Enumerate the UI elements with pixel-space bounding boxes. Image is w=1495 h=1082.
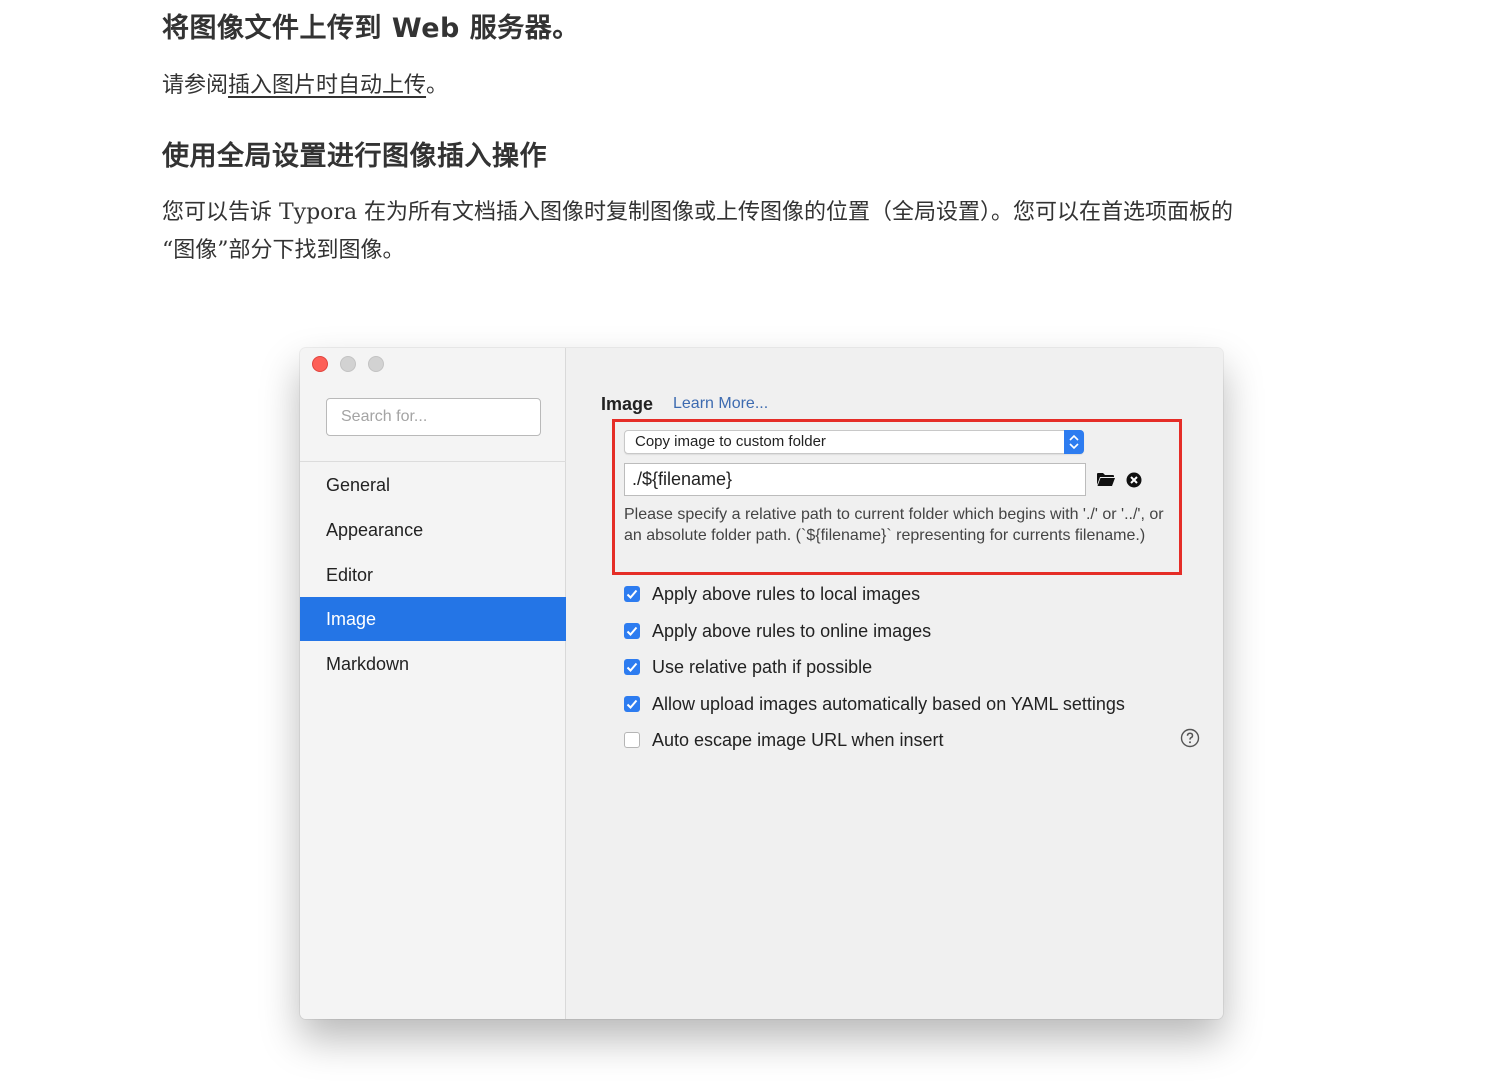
folder-path-input[interactable] [624,463,1086,496]
option-relative-path[interactable]: Use relative path if possible [624,656,872,678]
close-window-button[interactable] [312,356,328,372]
clear-icon[interactable] [1126,472,1142,488]
checkbox-checked-icon[interactable] [624,659,640,675]
learn-more-link[interactable]: Learn More... [673,395,768,413]
checkbox-unchecked-icon[interactable] [624,732,640,748]
checkbox-checked-icon[interactable] [624,623,640,639]
insert-action-value: Copy image to custom folder [635,433,826,450]
paragraph-see-also: 请参阅插入图片时自动上传。 [162,67,448,105]
preferences-window: General Appearance Editor Image Markdown… [300,348,1223,1019]
section-heading-global-settings: 使用全局设置进行图像插入操作 [162,141,547,172]
paragraph-suffix: 。 [426,73,449,98]
preferences-sidebar: General Appearance Editor Image Markdown [300,348,566,1019]
zoom-window-button[interactable] [368,356,384,372]
sidebar-item-image[interactable]: Image [300,597,566,641]
paragraph-line-1: 您可以告诉 Typora 在为所有文档插入图像时复制图像或上传图像的位置（全局设… [162,200,1234,225]
option-local-images[interactable]: Apply above rules to local images [624,583,920,605]
folder-icon[interactable] [1097,472,1115,487]
option-label: Allow upload images automatically based … [652,693,1125,714]
paragraph-global-settings: 您可以告诉 Typora 在为所有文档插入图像时复制图像或上传图像的位置（全局设… [162,194,1233,270]
path-help-text: Please specify a relative path to curren… [624,506,1164,544]
image-section-title: Image [601,394,654,414]
section-heading-upload: 将图像文件上传到 Web 服务器。 [162,13,580,44]
sidebar-item-markdown[interactable]: Markdown [300,642,566,686]
insert-action-select[interactable]: Copy image to custom folder [624,430,1084,454]
auto-upload-link[interactable]: 插入图片时自动上传 [228,73,426,98]
sidebar-item-appearance[interactable]: Appearance [300,508,566,552]
checkbox-checked-icon[interactable] [624,586,640,602]
option-online-images[interactable]: Apply above rules to online images [624,620,931,642]
option-label: Use relative path if possible [652,656,873,677]
sidebar-item-editor[interactable]: Editor [300,553,566,597]
select-stepper-icon [1064,430,1084,454]
paragraph-line-2: “图像”部分下找到图像。 [162,238,405,263]
checkbox-checked-icon[interactable] [624,696,640,712]
paragraph-prefix: 请参阅 [162,73,229,98]
option-label: Auto escape image URL when insert [652,729,944,750]
option-yaml-upload[interactable]: Allow upload images automatically based … [624,693,1125,715]
help-icon[interactable] [1180,728,1200,748]
sidebar-divider [300,461,566,462]
search-input[interactable] [326,398,541,436]
sidebar-item-general[interactable]: General [300,463,566,507]
option-label: Apply above rules to online images [652,620,932,641]
preferences-main-panel: Image Learn More... Copy image to custom… [567,348,1223,1019]
minimize-window-button[interactable] [340,356,356,372]
option-auto-escape-url[interactable]: Auto escape image URL when insert [624,729,944,751]
option-label: Apply above rules to local images [652,583,921,604]
